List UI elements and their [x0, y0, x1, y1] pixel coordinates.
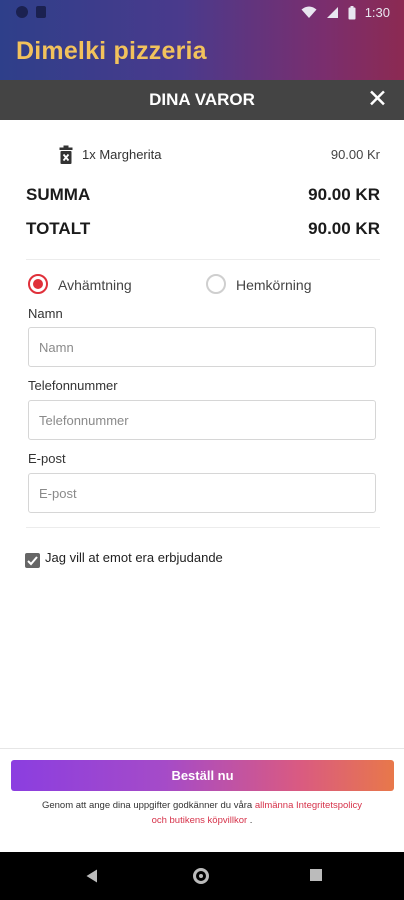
cart-item-label: 1x Margherita — [82, 147, 162, 162]
totalt-row: TOTALT 90.00 KR — [26, 219, 380, 239]
summa-row: SUMMA 90.00 KR — [26, 185, 380, 205]
offers-checkbox[interactable] — [25, 553, 40, 568]
home-delivery-radio[interactable] — [206, 274, 226, 294]
app-title: Dimelki pizzeria — [16, 37, 207, 65]
divider — [26, 259, 380, 260]
privacy-policy-link[interactable]: allmänna Integritetspolicy — [255, 800, 362, 811]
home-icon[interactable] — [193, 868, 209, 884]
signal-icon — [326, 7, 338, 18]
cart-title: DINA VAROR — [149, 90, 255, 109]
summa-value: 90.00 KR — [308, 185, 380, 204]
system-nav-bar — [0, 852, 404, 900]
status-time: 1:30 — [364, 5, 390, 20]
totalt-value: 90.00 KR — [308, 219, 380, 238]
battery-icon — [348, 5, 356, 19]
footer-divider — [0, 748, 404, 749]
back-icon[interactable] — [86, 869, 98, 883]
pickup-radio[interactable] — [28, 274, 48, 294]
status-right: 1:30 — [301, 5, 390, 20]
recent-apps-icon[interactable] — [310, 869, 322, 881]
close-icon[interactable]: ✕ — [367, 87, 388, 112]
cart-item-price: 90.00 Kr — [330, 147, 380, 162]
phone-label: Telefonnummer — [28, 378, 118, 393]
email-label: E-post — [28, 451, 66, 466]
name-field[interactable] — [28, 327, 376, 367]
notification-icon — [16, 6, 28, 18]
totalt-label: TOTALT — [26, 219, 91, 238]
order-button[interactable]: Beställ nu — [11, 760, 394, 791]
check-icon — [27, 556, 38, 566]
sim-card-icon — [36, 6, 46, 18]
phone-field[interactable] — [28, 400, 376, 440]
home-delivery-label: Hemkörning — [236, 277, 312, 293]
status-left — [16, 6, 46, 18]
summa-label: SUMMA — [26, 185, 91, 204]
pickup-label: Avhämtning — [58, 277, 132, 293]
cart-item: 1x Margherita 90.00 Kr — [56, 144, 380, 166]
trash-icon[interactable] — [56, 145, 76, 165]
offers-label: Jag vill at emot era erbjudande — [45, 550, 223, 565]
divider — [26, 527, 380, 528]
email-field[interactable] — [28, 473, 376, 513]
app-bar: Dimelki pizzeria — [0, 26, 404, 80]
cart-header: DINA VAROR ✕ — [0, 80, 404, 120]
status-bar: 1:30 — [0, 0, 404, 26]
name-label: Namn — [28, 306, 63, 321]
terms-text: Genom att ange dina uppgifter godkänner … — [10, 798, 394, 828]
wifi-icon — [301, 6, 317, 18]
terms-prefix: Genom att ange dina uppgifter godkänner … — [41, 800, 253, 811]
purchase-terms-link[interactable]: och butikens köpvillkor — [152, 815, 248, 826]
terms-suffix: . — [249, 815, 253, 826]
